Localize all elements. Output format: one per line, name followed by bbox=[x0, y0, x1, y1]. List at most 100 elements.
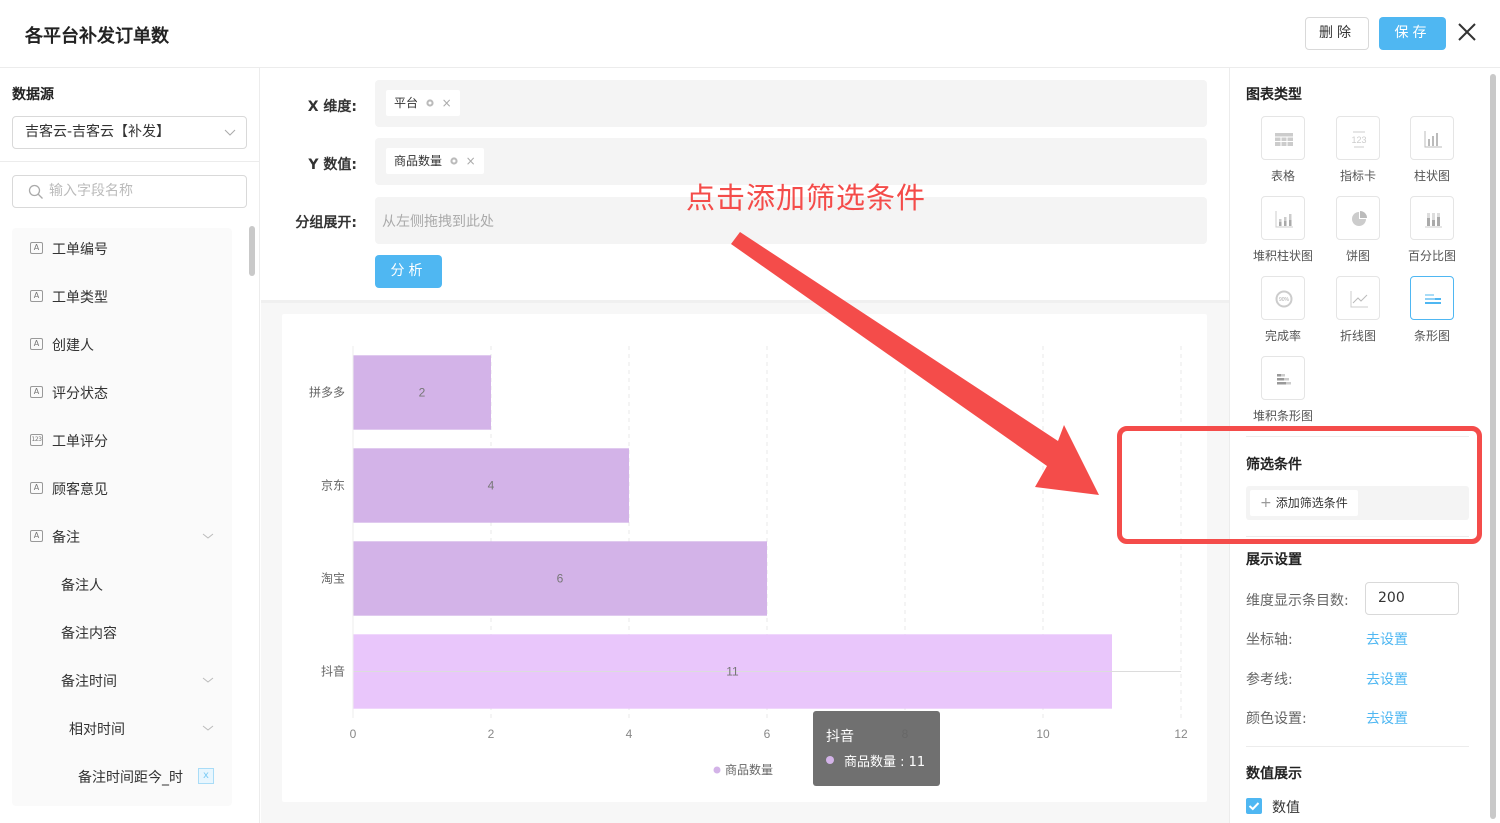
remove-x-tag-icon[interactable]: × bbox=[442, 90, 452, 116]
value-display-checkbox-label: 数值 bbox=[1272, 800, 1300, 816]
page-title: 各平台补发订单数 bbox=[25, 26, 169, 47]
field-item[interactable]: A 创建人 bbox=[12, 324, 232, 364]
color-settings-link[interactable]: 去设置 bbox=[1366, 708, 1408, 728]
bar[interactable] bbox=[353, 634, 1112, 709]
reference-line-settings-link[interactable]: 去设置 bbox=[1366, 669, 1408, 689]
add-filter-button[interactable]: + 添加筛选条件 bbox=[1250, 490, 1358, 516]
close-button[interactable] bbox=[1455, 20, 1479, 44]
field-label: 评分状态 bbox=[52, 386, 108, 402]
value-display-checkbox[interactable] bbox=[1246, 798, 1262, 814]
value-display-title: 数值展示 bbox=[1246, 766, 1302, 782]
divider bbox=[1246, 436, 1469, 437]
field-item[interactable]: 备注内容 bbox=[12, 612, 232, 652]
field-item[interactable]: 123 工单评分 bbox=[12, 420, 232, 460]
chart-type-label: 堆积条形图 bbox=[1252, 409, 1313, 423]
text-field-icon: A bbox=[30, 482, 43, 494]
chart-type-icon-box bbox=[1410, 116, 1454, 160]
chart-type-icon-box bbox=[1336, 276, 1380, 320]
x-dimension-label: X 维度: bbox=[307, 99, 357, 115]
chevron-down-icon bbox=[224, 129, 236, 136]
field-label: 备注时间距今_时 bbox=[78, 770, 183, 786]
field-item[interactable]: A 工单类型 bbox=[12, 276, 232, 316]
completion-rate-icon: 90% bbox=[1275, 290, 1293, 308]
field-label: 工单评分 bbox=[52, 434, 108, 450]
chevron-down-icon[interactable] bbox=[202, 674, 214, 686]
y-tag-label: 商品数量 bbox=[394, 154, 443, 168]
field-list[interactable]: A 工单编号 A 工单类型 A 创建人 A 评分状态 123 工单评分 A 顾客意见 A 备注备注人备注内… bbox=[12, 228, 232, 806]
field-item[interactable]: A 备注 bbox=[12, 516, 232, 556]
field-search-input[interactable]: 输入字段名称 bbox=[12, 175, 247, 208]
chevron-down-icon[interactable] bbox=[202, 530, 214, 542]
field-item[interactable]: 备注时间距今_时 x bbox=[12, 756, 232, 796]
field-item[interactable]: 备注人 bbox=[12, 564, 232, 604]
chart-type-option[interactable]: 折线图 bbox=[1322, 276, 1394, 344]
bar[interactable] bbox=[353, 355, 491, 430]
text-field-icon: A bbox=[30, 530, 43, 542]
chart-type-label: 堆积柱状图 bbox=[1252, 249, 1313, 263]
percent-chart-icon bbox=[1425, 213, 1442, 228]
add-filter-label: 添加筛选条件 bbox=[1275, 496, 1348, 510]
field-item[interactable]: A 工单编号 bbox=[12, 228, 232, 268]
chart-type-icon-box bbox=[1261, 356, 1305, 400]
save-button[interactable]: 保存 bbox=[1379, 17, 1446, 50]
column-chart-icon bbox=[1424, 131, 1442, 148]
stacked-column-chart-icon bbox=[1275, 211, 1293, 228]
gear-icon[interactable] bbox=[425, 98, 435, 108]
chart-type-label: 饼图 bbox=[1345, 249, 1370, 263]
chart-type-icon-box bbox=[1410, 196, 1454, 240]
chart-type-option[interactable]: 堆积柱状图 bbox=[1247, 196, 1319, 264]
chart-type-option[interactable]: 堆积条形图 bbox=[1247, 356, 1319, 424]
divider bbox=[1246, 536, 1469, 537]
analyze-button[interactable]: 分析 bbox=[375, 255, 442, 288]
chart-type-icon-box: 90% bbox=[1261, 276, 1305, 320]
stacked-bar-chart-icon bbox=[1277, 374, 1291, 385]
chart-type-icon-box bbox=[1336, 196, 1380, 240]
axis-label: 坐标轴: bbox=[1246, 632, 1293, 648]
chart-type-option[interactable]: 百分比图 bbox=[1396, 196, 1468, 264]
field-label: 备注内容 bbox=[61, 626, 117, 642]
settings-scrollbar[interactable] bbox=[1490, 74, 1496, 819]
x-dimension-dropzone[interactable]: 平台 × bbox=[375, 80, 1207, 127]
chart-type-option[interactable]: 123 指标卡 bbox=[1322, 116, 1394, 184]
remove-badge-icon[interactable]: x bbox=[198, 768, 214, 784]
filter-dropzone[interactable]: + 添加筛选条件 bbox=[1246, 486, 1469, 520]
remove-y-tag-icon[interactable]: × bbox=[466, 148, 476, 174]
axis-settings-link[interactable]: 去设置 bbox=[1366, 629, 1408, 649]
pie-chart-icon bbox=[1352, 211, 1367, 226]
divider bbox=[1246, 746, 1469, 747]
field-label: 工单类型 bbox=[52, 290, 108, 306]
y-value-tag[interactable]: 商品数量 × bbox=[386, 148, 484, 174]
chart-type-option[interactable]: 表格 bbox=[1247, 116, 1319, 184]
search-placeholder: 输入字段名称 bbox=[49, 183, 133, 199]
dim-count-input[interactable]: 200 bbox=[1365, 582, 1459, 615]
field-item[interactable]: 备注时间 bbox=[12, 660, 232, 700]
chart-type-option[interactable]: 条形图 bbox=[1396, 276, 1468, 344]
field-item[interactable]: 相对时间 bbox=[12, 708, 232, 748]
datasource-select[interactable]: 吉客云-吉客云【补发】 bbox=[12, 116, 247, 149]
chevron-down-icon[interactable] bbox=[202, 722, 214, 734]
chart-type-label: 完成率 bbox=[1264, 329, 1301, 343]
chart-type-option[interactable]: 90% 完成率 bbox=[1247, 276, 1319, 344]
field-label: 顾客意见 bbox=[52, 482, 108, 498]
chart-type-label: 柱状图 bbox=[1413, 169, 1450, 183]
plus-icon: + bbox=[1260, 495, 1272, 511]
chart-type-option[interactable]: 饼图 bbox=[1322, 196, 1394, 264]
chart-type-icon-box: 123 bbox=[1336, 116, 1380, 160]
delete-button[interactable]: 删除 bbox=[1305, 17, 1369, 50]
chart-type-option[interactable]: 柱状图 bbox=[1396, 116, 1468, 184]
bar[interactable] bbox=[353, 541, 767, 616]
x-dimension-tag[interactable]: 平台 × bbox=[386, 90, 460, 116]
text-field-icon: A bbox=[30, 386, 43, 398]
field-list-scrollbar[interactable] bbox=[249, 226, 255, 276]
chart-type-icon-box bbox=[1261, 116, 1305, 160]
field-item[interactable]: A 顾客意见 bbox=[12, 468, 232, 508]
datasource-value: 吉客云-吉客云【补发】 bbox=[25, 124, 171, 140]
chart-type-label: 条形图 bbox=[1413, 329, 1450, 343]
color-settings-label: 颜色设置: bbox=[1246, 711, 1307, 727]
bar[interactable] bbox=[353, 448, 629, 523]
text-field-icon: A bbox=[30, 290, 43, 302]
chart-type-label: 百分比图 bbox=[1407, 249, 1456, 263]
field-sidebar: 数据源 吉客云-吉客云【补发】 输入字段名称 A 工单编号 A 工单类型 A 创建人 A 评分… bbox=[0, 68, 260, 823]
gear-icon[interactable] bbox=[449, 156, 459, 166]
field-item[interactable]: A 评分状态 bbox=[12, 372, 232, 412]
